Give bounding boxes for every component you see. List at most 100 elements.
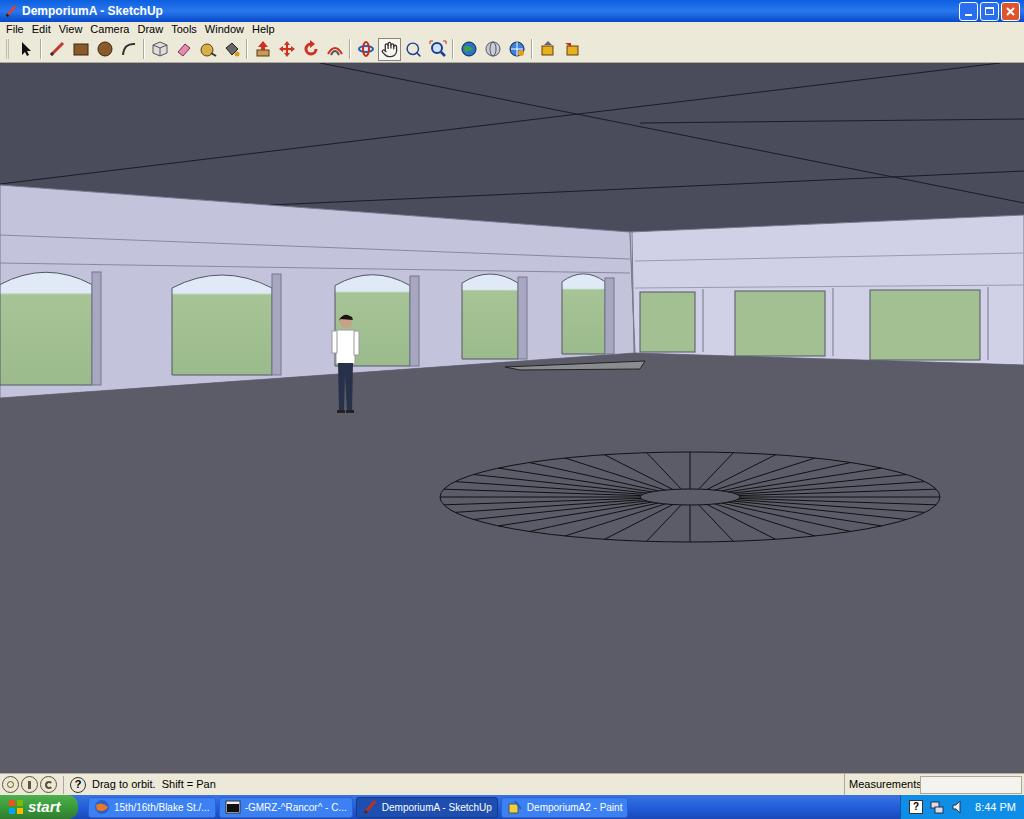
toolbar-grip[interactable]: [6, 39, 9, 59]
title-bar[interactable]: DemporiumA - SketchUp: [0, 0, 1024, 22]
menu-item[interactable]: Tools: [167, 24, 201, 35]
toolbar-separator: [246, 39, 248, 59]
menu-item[interactable]: View: [55, 24, 87, 35]
tool-button[interactable]: [275, 38, 298, 61]
tape-measure-icon: [199, 40, 217, 58]
network-icon[interactable]: [929, 799, 945, 815]
tool-button[interactable]: [220, 38, 243, 61]
menu-item[interactable]: Draw: [133, 24, 167, 35]
taskbar-item[interactable]: DemporiumA2 - Paint: [501, 797, 629, 818]
offset-icon: [326, 40, 344, 58]
globe-icon: [508, 40, 526, 58]
tool-button[interactable]: [323, 38, 346, 61]
user-icon[interactable]: [40, 776, 57, 793]
paint-app-icon: [507, 799, 523, 815]
volume-icon[interactable]: [951, 799, 967, 815]
tool-button[interactable]: [402, 38, 425, 61]
window-opening: [735, 288, 833, 356]
taskbar-item[interactable]: 15th/16th/Blake St./...: [88, 797, 216, 818]
toolbar-separator: [531, 39, 533, 59]
status-hint: Drag to orbit. Shift = Pan: [92, 776, 842, 793]
viewport[interactable]: [0, 63, 1024, 773]
sketchup-icon: [362, 799, 378, 815]
share-model-icon: [484, 40, 502, 58]
share-component-icon: [563, 40, 581, 58]
floor-circle: [440, 452, 940, 542]
screen: DemporiumA - SketchUpFileEditViewCameraD…: [0, 0, 1024, 819]
toolbar: [0, 36, 1024, 63]
sketchup-icon: [4, 4, 18, 18]
circle-icon: [96, 40, 114, 58]
windows-logo-icon: [8, 799, 24, 815]
close-button[interactable]: [1001, 2, 1020, 21]
right-wall: [630, 215, 1024, 365]
window-opening: [870, 287, 988, 360]
tool-button[interactable]: [251, 38, 274, 61]
tray-help[interactable]: ?: [909, 800, 923, 814]
pan-hand-icon: [381, 41, 398, 58]
person-figure: [332, 315, 359, 413]
tool-button[interactable]: [196, 38, 219, 61]
zoom-extents-icon: [429, 40, 447, 58]
menu-item[interactable]: Edit: [28, 24, 55, 35]
arched-opening: [462, 274, 527, 359]
tool-button[interactable]: [117, 38, 140, 61]
close-icon: [1006, 7, 1015, 16]
minimize-button[interactable]: [959, 2, 978, 21]
toolbar-separator: [143, 39, 145, 59]
taskbar: start 15th/16th/Blake St./... -GMRZ-^Ranco…: [0, 795, 1024, 819]
warehouse-icon: [460, 40, 478, 58]
clock[interactable]: 8:44 PM: [975, 799, 1016, 816]
arc-icon: [120, 40, 138, 58]
menu-bar: FileEditViewCameraDrawToolsWindowHelp: [0, 22, 1024, 36]
tool-button[interactable]: [69, 38, 92, 61]
menu-item[interactable]: Camera: [86, 24, 133, 35]
taskbar-item-label: DemporiumA - SketchUp: [382, 800, 492, 815]
window-opening: [640, 289, 703, 352]
taskbar-item[interactable]: -GMRZ-^Rancor^ - C...: [219, 797, 353, 818]
move-icon: [278, 40, 296, 58]
tool-button[interactable]: [378, 38, 401, 61]
taskbar-item[interactable]: DemporiumA - SketchUp: [356, 797, 498, 818]
tool-button[interactable]: [457, 38, 480, 61]
arched-opening: [335, 275, 419, 366]
menu-item[interactable]: File: [2, 24, 28, 35]
tool-button[interactable]: [93, 38, 116, 61]
menu-item[interactable]: Window: [201, 24, 248, 35]
help-button[interactable]: ?: [70, 777, 86, 793]
select-arrow-icon: [17, 40, 35, 58]
maximize-button[interactable]: [980, 2, 999, 21]
tool-button[interactable]: [299, 38, 322, 61]
model-scene[interactable]: [0, 63, 1024, 773]
window-title: DemporiumA - SketchUp: [22, 2, 955, 20]
tool-button[interactable]: [354, 38, 377, 61]
toolbar-separator: [40, 39, 42, 59]
tool-button[interactable]: [148, 38, 171, 61]
taskbar-item-label: -GMRZ-^Rancor^ - C...: [245, 800, 347, 815]
tool-button[interactable]: [45, 38, 68, 61]
status-bar: ? Drag to orbit. Shift = PanMeasurements: [0, 773, 1024, 795]
tool-button[interactable]: [505, 38, 528, 61]
arched-opening: [0, 272, 101, 385]
tool-button[interactable]: [481, 38, 504, 61]
pencil-icon: [48, 40, 66, 58]
arched-opening: [562, 274, 614, 354]
push-pull-icon: [254, 40, 272, 58]
zoom-icon: [405, 41, 422, 58]
tool-button[interactable]: [14, 38, 37, 61]
console-icon: [225, 799, 241, 815]
floor-opening: [505, 361, 645, 370]
tool-button[interactable]: [426, 38, 449, 61]
tool-button[interactable]: [536, 38, 559, 61]
menu-item[interactable]: Help: [248, 24, 279, 35]
measurements-field[interactable]: [920, 776, 1022, 794]
credits-icon[interactable]: [21, 776, 38, 793]
tool-button[interactable]: [172, 38, 195, 61]
geo-location-icon[interactable]: [2, 776, 19, 793]
rectangle-icon: [72, 40, 90, 58]
component-icon: [151, 40, 169, 58]
start-button[interactable]: start: [0, 795, 78, 819]
measurements-label: Measurements: [844, 774, 918, 795]
tool-button[interactable]: [560, 38, 583, 61]
toolbar-separator: [452, 39, 454, 59]
